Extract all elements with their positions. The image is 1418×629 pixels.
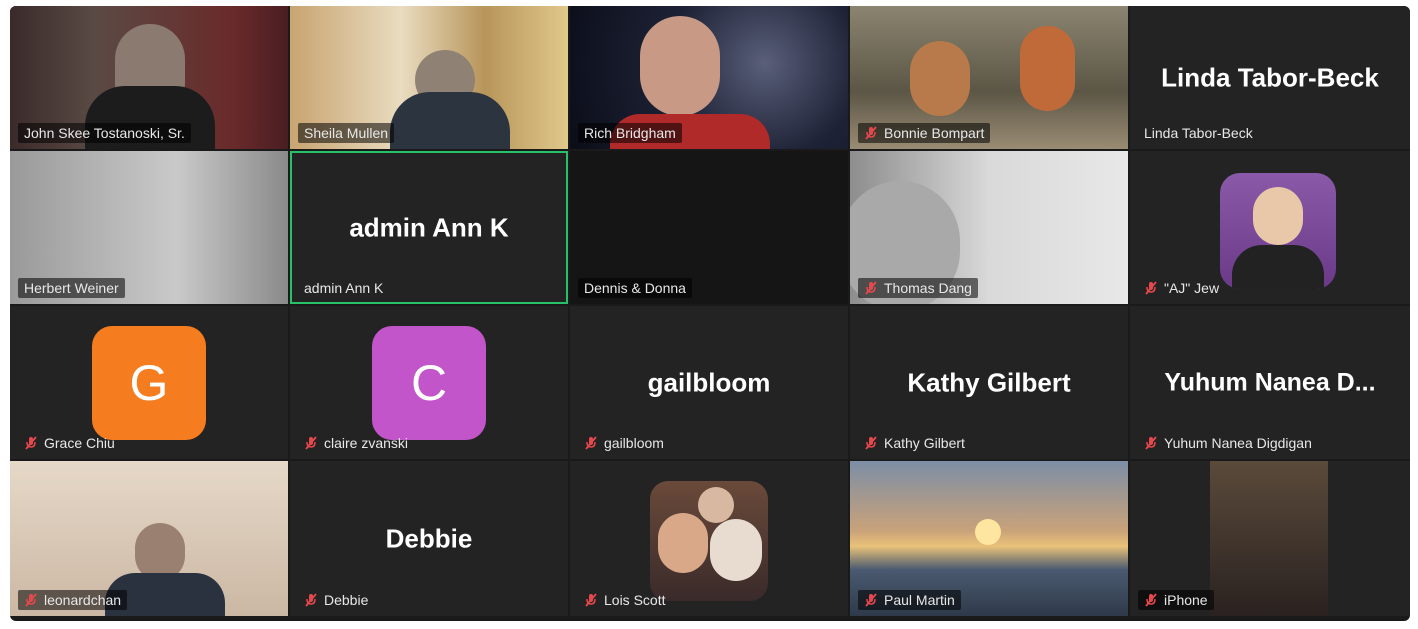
- participant-tile[interactable]: leonardchan: [10, 461, 288, 616]
- muted-mic-icon: [25, 593, 37, 607]
- muted-mic-icon: [1145, 593, 1157, 607]
- participant-name-label: leonardchan: [18, 590, 128, 610]
- participant-name-label: Thomas Dang: [858, 278, 978, 298]
- person-silhouette: [640, 16, 720, 116]
- participant-display-name: Debbie: [385, 523, 473, 553]
- participant-name-label: Grace Chiu: [18, 433, 121, 453]
- participant-name-label: Sheila Mullen: [298, 123, 395, 143]
- participant-name-label: Bonnie Bompart: [858, 123, 991, 143]
- video-gallery: John Skee Tostanoski, Sr. Sheila Mullen …: [10, 6, 1410, 621]
- participant-tile[interactable]: Debbie Debbie: [290, 461, 568, 616]
- participant-tile[interactable]: "AJ" Jew: [1130, 151, 1410, 304]
- person-shoulders: [390, 92, 510, 149]
- muted-mic-icon: [1145, 436, 1157, 450]
- avatar: G: [92, 326, 206, 440]
- bird-image: [910, 41, 970, 116]
- muted-mic-icon: [1145, 281, 1157, 295]
- participant-display-name: admin Ann K: [349, 212, 509, 242]
- participant-tile[interactable]: Herbert Weiner: [10, 151, 288, 304]
- participant-tile[interactable]: Sheila Mullen: [290, 6, 568, 149]
- muted-mic-icon: [585, 593, 597, 607]
- muted-mic-icon: [585, 436, 597, 450]
- participant-tile[interactable]: gailbloom gailbloom: [570, 306, 848, 459]
- participant-tile[interactable]: C claire zvanski: [290, 306, 568, 459]
- participant-display-name: Linda Tabor-Beck: [1161, 62, 1379, 92]
- participant-tile[interactable]: Yuhum Nanea D... Yuhum Nanea Digdigan: [1130, 306, 1410, 459]
- participant-tile[interactable]: Paul Martin: [850, 461, 1128, 616]
- muted-mic-icon: [865, 593, 877, 607]
- participant-name-label: Debbie: [298, 590, 374, 610]
- avatar: C: [372, 326, 486, 440]
- participant-display-name: Kathy Gilbert: [907, 367, 1071, 397]
- participant-name-label: Herbert Weiner: [18, 278, 125, 298]
- muted-mic-icon: [865, 126, 877, 140]
- muted-mic-icon: [865, 281, 877, 295]
- participant-tile[interactable]: Linda Tabor-Beck Linda Tabor-Beck: [1130, 6, 1410, 149]
- participant-name-label: Lois Scott: [578, 590, 671, 610]
- participant-name-label: gailbloom: [578, 433, 670, 453]
- participant-display-name: Yuhum Nanea D...: [1164, 368, 1376, 396]
- participant-name-label: admin Ann K: [304, 280, 384, 296]
- participant-tile[interactable]: Rich Bridgham: [570, 6, 848, 149]
- profile-photo: [650, 481, 768, 601]
- participant-tile[interactable]: Dennis & Donna: [570, 151, 848, 304]
- participant-name-label: Dennis & Donna: [578, 278, 692, 298]
- participant-name-label: iPhone: [1138, 590, 1214, 610]
- participant-name-label: John Skee Tostanoski, Sr.: [18, 123, 191, 143]
- participant-tile[interactable]: Kathy Gilbert Kathy Gilbert: [850, 306, 1128, 459]
- participant-tile[interactable]: John Skee Tostanoski, Sr.: [10, 6, 288, 149]
- participant-tile[interactable]: iPhone: [1130, 461, 1410, 616]
- bird-image: [1020, 26, 1075, 111]
- participant-name-label: Yuhum Nanea Digdigan: [1138, 433, 1318, 453]
- participant-name-label: Kathy Gilbert: [858, 433, 971, 453]
- profile-photo: [1220, 173, 1336, 289]
- participant-name-label: "AJ" Jew: [1138, 278, 1225, 298]
- video-feed: [1210, 461, 1328, 616]
- participant-name-label: Rich Bridgham: [578, 123, 682, 143]
- participant-name-label: claire zvanski: [298, 433, 414, 453]
- participant-name-label: Paul Martin: [858, 590, 961, 610]
- muted-mic-icon: [305, 593, 317, 607]
- muted-mic-icon: [305, 436, 317, 450]
- participant-tile[interactable]: Thomas Dang: [850, 151, 1128, 304]
- muted-mic-icon: [865, 436, 877, 450]
- sun-image: [975, 519, 1001, 545]
- participant-tile-active-speaker[interactable]: admin Ann K admin Ann K: [290, 151, 568, 304]
- participant-tile[interactable]: Lois Scott: [570, 461, 848, 616]
- participant-tile[interactable]: G Grace Chiu: [10, 306, 288, 459]
- participant-name-label: Linda Tabor-Beck: [1144, 125, 1253, 141]
- participant-display-name: gailbloom: [647, 367, 771, 397]
- participant-tile[interactable]: Bonnie Bompart: [850, 6, 1128, 149]
- muted-mic-icon: [25, 436, 37, 450]
